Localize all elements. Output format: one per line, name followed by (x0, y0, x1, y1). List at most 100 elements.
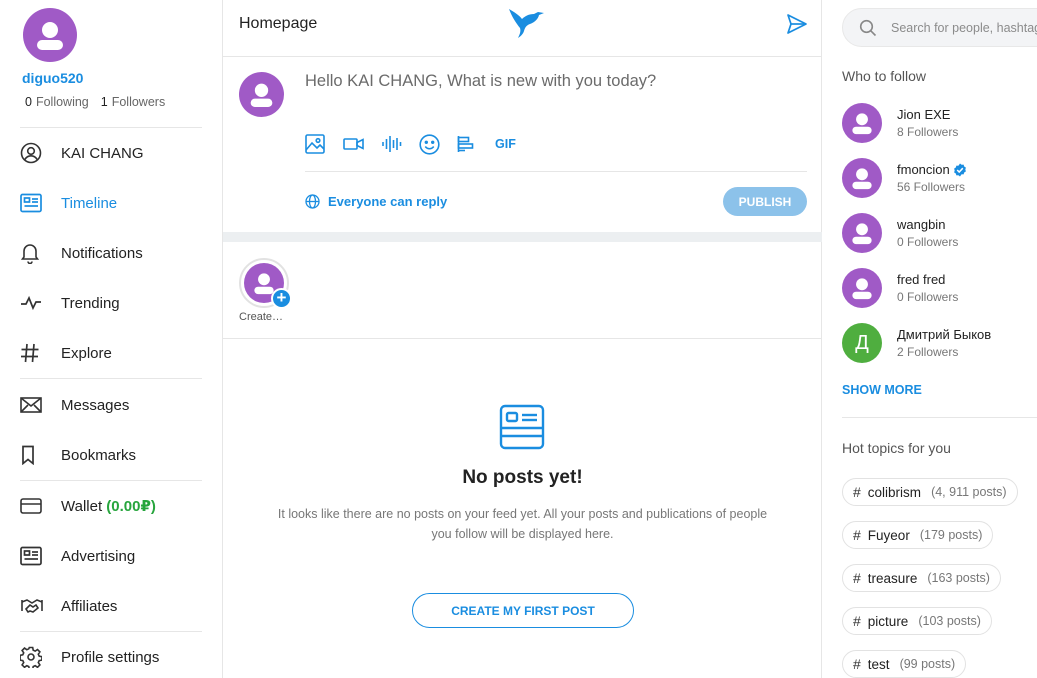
suggested-user[interactable]: fmoncion 56 Followers (842, 157, 967, 199)
hashtag-symbol: # (853, 656, 861, 672)
avatar[interactable]: Д (842, 323, 882, 363)
divider (842, 417, 1037, 418)
hashtag-symbol: # (853, 613, 861, 629)
nav-item-advertising[interactable]: Advertising (20, 541, 135, 571)
following-label[interactable]: Following (36, 95, 89, 109)
profile-username[interactable]: diguo520 (22, 70, 83, 86)
search-input[interactable] (891, 18, 1037, 38)
nav-item-explore[interactable]: Explore (20, 338, 112, 368)
gif-button[interactable]: GIF (495, 133, 533, 155)
empty-feed-icon (499, 404, 545, 455)
followers-count: 1 (100, 95, 108, 109)
nav-label: Affiliates (61, 597, 118, 615)
audio-waveform-icon[interactable] (381, 133, 419, 155)
nav-label: Wallet (61, 497, 103, 515)
suggested-user[interactable]: Jion EXE 8 Followers (842, 102, 958, 144)
user-name[interactable]: Jion EXE (897, 107, 958, 122)
bookmark-icon (20, 443, 46, 467)
user-name[interactable]: fred fred (897, 272, 958, 287)
topic-name: test (867, 656, 890, 672)
nav-label: Advertising (61, 547, 136, 565)
divider (305, 171, 807, 172)
search-bar (842, 8, 1037, 47)
post-composer-input[interactable]: Hello KAI CHANG, What is new with you to… (305, 72, 656, 91)
nav-item-wallet[interactable]: Wallet (0.00₽) (20, 491, 156, 521)
user-name[interactable]: wangbin (897, 217, 958, 232)
user-name[interactable]: Дмитрий Быков (897, 327, 991, 342)
verified-badge-icon (953, 163, 967, 177)
empty-state-description: It looks like there are no posts on your… (277, 507, 768, 541)
nav-label: Notifications (61, 244, 143, 262)
follow-stats: 0 Following 1 Followers (25, 95, 165, 109)
hashtag-icon (20, 341, 46, 365)
user-circle-icon (20, 141, 46, 165)
section-separator (223, 232, 822, 242)
plus-icon: + (271, 288, 292, 309)
send-icon[interactable] (786, 13, 808, 40)
create-first-post-button[interactable]: CREATE MY FIRST POST (412, 593, 634, 628)
suggested-user[interactable]: wangbin 0 Followers (842, 212, 958, 254)
who-to-follow-title: Who to follow (842, 68, 927, 84)
reply-permission-label: Everyone can reply (328, 194, 448, 209)
reply-permission[interactable]: Everyone can reply (305, 194, 447, 209)
hashtag-symbol: # (853, 527, 861, 543)
nav-label: Profile settings (61, 648, 160, 666)
divider (20, 480, 202, 481)
hot-topics-title: Hot topics for you (842, 440, 951, 456)
nav-label: Messages (61, 396, 130, 414)
story-avatar-ring: + (239, 258, 292, 309)
bell-icon (20, 241, 46, 265)
topic-count: (163 posts) (927, 571, 990, 585)
topic-count: (4, 911 posts) (931, 485, 1007, 499)
nav-item-timeline[interactable]: Timeline (20, 188, 117, 218)
divider (20, 378, 202, 379)
avatar[interactable] (842, 213, 882, 253)
bird-logo-icon[interactable] (507, 6, 547, 45)
topic-name: Fuyeor (867, 527, 910, 543)
nav-label: KAI CHANG (61, 144, 144, 162)
nav-label: Explore (61, 344, 112, 362)
user-name[interactable]: fmoncion (897, 162, 950, 177)
show-more-link[interactable]: SHOW MORE (842, 383, 922, 397)
topic-chip[interactable]: # test (99 posts) (842, 650, 967, 678)
poll-icon[interactable] (457, 133, 495, 155)
gear-icon (20, 645, 46, 669)
video-upload-icon[interactable] (343, 133, 381, 155)
create-story[interactable]: + Create… (239, 258, 292, 323)
composer-avatar (239, 72, 284, 117)
topic-count: (103 posts) (918, 614, 981, 628)
divider (223, 338, 822, 339)
topic-chip[interactable]: # picture (103 posts) (842, 607, 992, 635)
avatar[interactable] (842, 158, 882, 198)
nav-item-bookmarks[interactable]: Bookmarks (20, 440, 136, 470)
divider (20, 631, 202, 632)
topic-name: colibrism (867, 484, 922, 500)
topic-chip[interactable]: # treasure (163 posts) (842, 564, 1001, 592)
profile-avatar[interactable] (23, 8, 77, 62)
topic-name: treasure (867, 570, 918, 586)
topic-chip[interactable]: # Fuyeor (179 posts) (842, 521, 994, 549)
nav-item-profile[interactable]: KAI CHANG (20, 138, 144, 168)
nav-label: Trending (61, 294, 120, 312)
publish-button[interactable]: PUBLISH (723, 187, 807, 216)
avatar[interactable] (842, 103, 882, 143)
topic-count: (179 posts) (919, 528, 983, 542)
suggested-user[interactable]: fred fred 0 Followers (842, 267, 958, 309)
user-followers: 0 Followers (897, 235, 959, 249)
followers-label[interactable]: Followers (112, 95, 166, 109)
nav-item-notifications[interactable]: Notifications (20, 238, 143, 268)
user-followers: 2 Followers (897, 345, 959, 359)
globe-icon (305, 194, 320, 209)
nav-label: Bookmarks (61, 446, 137, 464)
emoji-icon[interactable] (419, 133, 457, 155)
image-upload-icon[interactable] (305, 133, 343, 155)
nav-item-affiliates[interactable]: Affiliates (20, 591, 117, 621)
create-story-label: Create… (239, 311, 284, 323)
nav-item-profile-settings[interactable]: Profile settings (20, 642, 159, 672)
user-followers: 0 Followers (897, 290, 959, 304)
suggested-user[interactable]: Д Дмитрий Быков 2 Followers (842, 322, 991, 364)
topic-chip[interactable]: # colibrism (4, 911 posts) (842, 478, 1018, 506)
nav-item-messages[interactable]: Messages (20, 390, 129, 420)
avatar[interactable] (842, 268, 882, 308)
nav-item-trending[interactable]: Trending (20, 288, 120, 318)
